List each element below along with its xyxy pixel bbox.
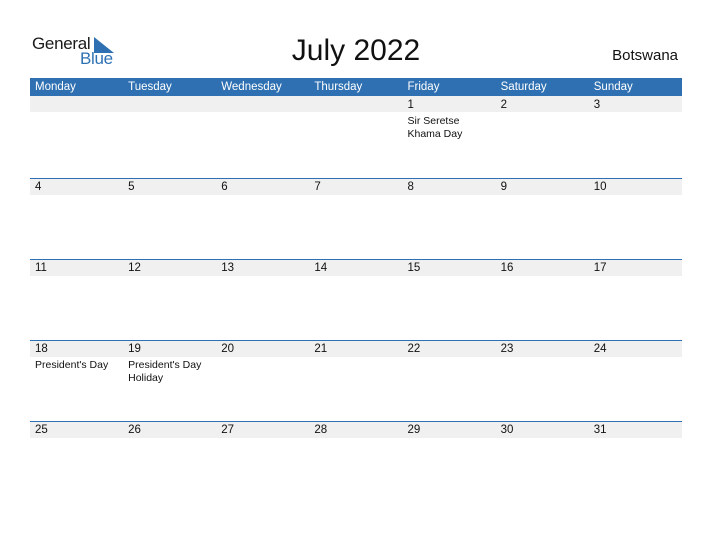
day-number: 2 (500, 99, 508, 111)
week-cells: 1 Sir Seretse Khama Day 2 3 (30, 96, 682, 177)
week-row: 4 5 6 7 8 9 10 (30, 178, 682, 259)
day-number: 4 (35, 181, 42, 193)
day-number: 6 (221, 181, 228, 193)
country-label: Botswana (612, 47, 678, 64)
day-number: 27 (221, 424, 235, 436)
day-cell (123, 96, 216, 177)
day-number: 26 (128, 424, 141, 436)
day-cell: 24 (589, 340, 682, 421)
weekday-thursday: Thursday (314, 81, 363, 93)
day-number: 3 (593, 99, 601, 111)
day-cell: 28 (309, 421, 402, 502)
day-cell: 14 (309, 259, 402, 340)
day-number: 23 (500, 343, 514, 355)
day-cell: 17 (589, 259, 682, 340)
day-cell: 20 (216, 340, 309, 421)
day-cell: 16 (496, 259, 589, 340)
weekday-tuesday: Tuesday (128, 81, 172, 93)
day-number: 16 (500, 262, 514, 274)
day-cell: 26 (123, 421, 216, 502)
day-cell: 11 (30, 259, 123, 340)
weekday-friday: Friday (407, 81, 440, 93)
day-number: 30 (500, 424, 514, 436)
day-cell: 5 (123, 178, 216, 259)
day-number: 9 (500, 181, 508, 193)
day-number: 1 (407, 99, 414, 111)
day-number: 25 (35, 424, 48, 436)
day-cell: 3 (589, 96, 682, 177)
day-number: 28 (314, 424, 328, 436)
holiday-label: President's Day Holiday (128, 359, 202, 384)
day-cell (30, 96, 123, 177)
day-number: 10 (593, 181, 607, 193)
day-cell: 25 (30, 421, 123, 502)
week-row: 11 12 13 14 15 16 17 (30, 259, 682, 340)
day-number: 20 (221, 343, 235, 355)
day-cell: 31 (589, 421, 682, 502)
day-number: 24 (593, 343, 607, 355)
day-number: 14 (314, 262, 328, 274)
weekday-saturday: Saturday (500, 81, 547, 93)
day-number: 7 (314, 181, 321, 193)
day-cell: 22 (403, 340, 496, 421)
week-row: 18 President's Day 19 President's Day Holid… (30, 340, 682, 421)
week-cells: 11 12 13 14 15 16 17 (30, 259, 682, 340)
day-number: 12 (128, 262, 141, 274)
week-cells: 18 President's Day 19 President's Day Holid… (30, 340, 682, 421)
day-cell: 12 (123, 259, 216, 340)
day-cell: 21 (309, 340, 402, 421)
day-number: 21 (314, 343, 328, 355)
day-cell: 23 (496, 340, 589, 421)
day-number: 15 (407, 262, 421, 274)
day-number: 11 (35, 262, 47, 274)
day-cell: 15 (403, 259, 496, 340)
day-cell: 19 President's Day Holiday (123, 340, 216, 421)
day-number: 17 (593, 262, 607, 274)
day-number: 19 (128, 343, 141, 355)
week-cells: 25 26 27 28 29 30 31 (30, 421, 682, 502)
weekday-wednesday: Wednesday (221, 81, 282, 93)
weekday-monday: Monday (35, 81, 76, 93)
holiday-label: President's Day (35, 359, 109, 371)
calendar-title: July 2022 (291, 34, 421, 67)
day-cell: 1 Sir Seretse Khama Day (403, 96, 496, 177)
day-cell: 6 (216, 178, 309, 259)
day-cell: 30 (496, 421, 589, 502)
day-cell: 29 (403, 421, 496, 502)
day-cell: 4 (30, 178, 123, 259)
day-number: 13 (221, 262, 235, 274)
day-cell: 7 (309, 178, 402, 259)
day-cell: 9 (496, 178, 589, 259)
weekday-header: Monday Tuesday Wednesday Thursday Friday… (30, 78, 682, 96)
day-cell: 27 (216, 421, 309, 502)
week-row: 1 Sir Seretse Khama Day 2 3 (30, 96, 682, 177)
day-number: 8 (407, 181, 414, 193)
day-cell: 8 (403, 178, 496, 259)
day-cell (309, 96, 402, 177)
week-row: 25 26 27 28 29 30 31 (30, 421, 682, 502)
day-number: 18 (35, 343, 48, 355)
week-cells: 4 5 6 7 8 9 10 (30, 178, 682, 259)
day-number: 22 (407, 343, 421, 355)
day-number: 31 (593, 424, 607, 436)
day-cell: 10 (589, 178, 682, 259)
day-cell: 13 (216, 259, 309, 340)
day-cell (216, 96, 309, 177)
day-number: 29 (407, 424, 421, 436)
day-cell: 18 President's Day (30, 340, 123, 421)
weekday-sunday: Sunday (593, 81, 633, 93)
day-cell: 2 (496, 96, 589, 177)
holiday-label: Sir Seretse Khama Day (407, 115, 463, 140)
day-number: 5 (128, 181, 135, 193)
